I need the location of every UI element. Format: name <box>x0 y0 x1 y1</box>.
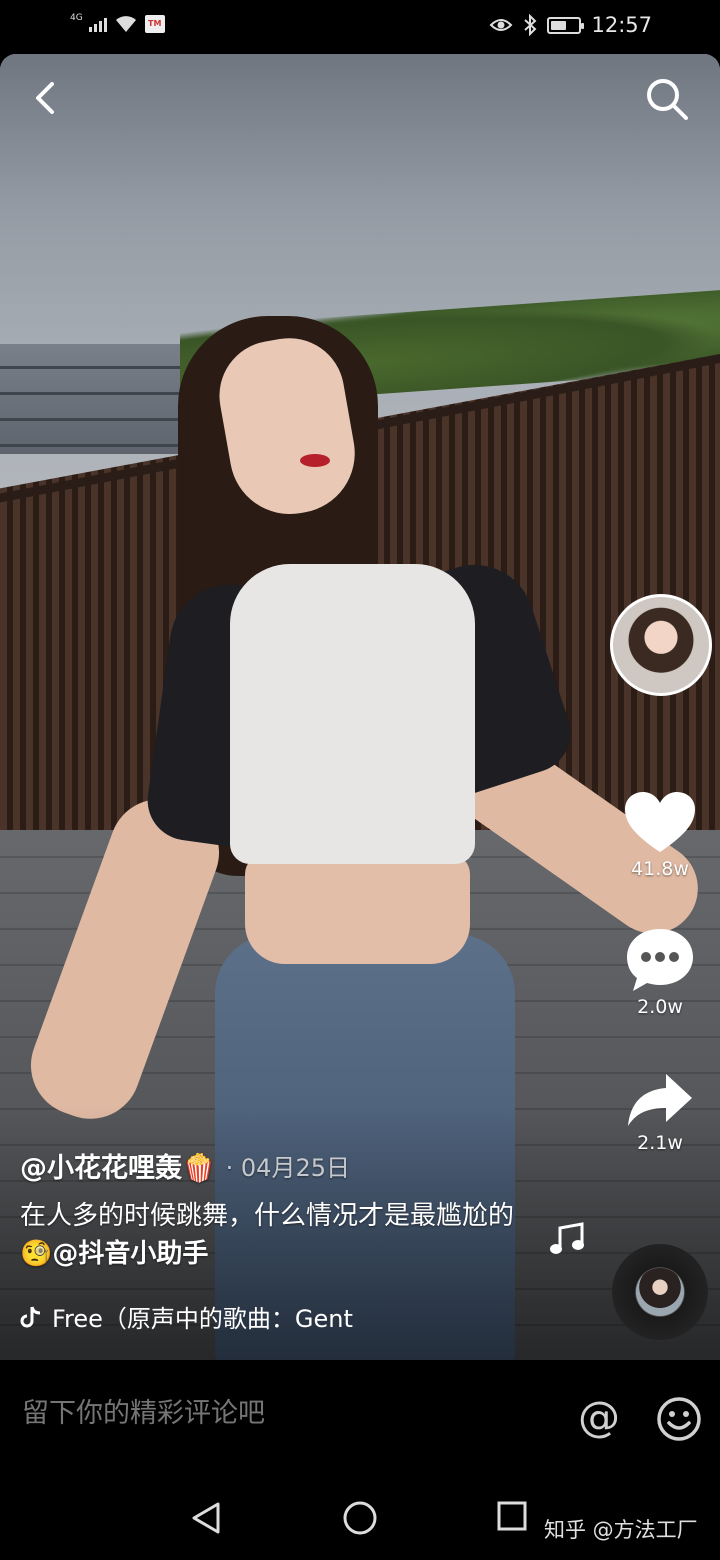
video-caption: @小花花哩轰🍿 · 04月25日 在人多的时候跳舞，什么情况才是最尴尬的🧐@抖音… <box>20 1146 540 1334</box>
status-bar: 4G TM 12:57 <box>0 0 720 54</box>
music-title: Free（原声中的歌曲：Gent <box>52 1305 353 1333</box>
emoji-icon[interactable] <box>656 1396 702 1442</box>
nav-home-icon[interactable] <box>342 1500 378 1536</box>
video-building <box>0 344 200 454</box>
share-button[interactable]: 2.1w <box>600 1070 720 1154</box>
nav-recent-icon[interactable] <box>496 1500 528 1532</box>
signal-icon <box>88 16 107 32</box>
comment-bar: @ <box>0 1360 720 1478</box>
music-marquee[interactable]: Free（原声中的歌曲：Gent <box>20 1299 390 1334</box>
status-time: 12:57 <box>591 13 652 37</box>
music-disc[interactable] <box>612 1244 708 1340</box>
system-nav-bar: 知乎 @方法工厂 <box>0 1478 720 1560</box>
heart-icon <box>625 792 695 852</box>
battery-icon <box>547 16 585 34</box>
network-type: 4G <box>70 13 83 23</box>
like-button[interactable]: 41.8w <box>600 790 720 880</box>
watermark: 知乎 @方法工厂 <box>544 1518 698 1542</box>
share-icon <box>628 1074 692 1126</box>
author-line: @小花花哩轰🍿 · 04月25日 <box>20 1146 540 1185</box>
app-notification-icon: TM <box>144 15 165 33</box>
video-player[interactable]: 41.8w 2.0w 2.1w @小花花哩轰🍿 · 04月25日 在人多的时候跳… <box>0 54 720 1360</box>
search-icon[interactable] <box>644 76 690 122</box>
music-disc-cover <box>636 1268 684 1316</box>
video-description: 在人多的时候跳舞，什么情况才是最尴尬的🧐@抖音小助手 <box>20 1201 515 1269</box>
nav-back-icon[interactable] <box>188 1500 224 1536</box>
like-count: 41.8w <box>631 858 689 880</box>
author-avatar[interactable] <box>610 594 712 696</box>
comment-icon <box>627 929 693 991</box>
eye-comfort-icon <box>490 19 513 31</box>
share-count: 2.1w <box>637 1132 683 1154</box>
comment-button[interactable]: 2.0w <box>600 926 720 1018</box>
wifi-icon <box>115 16 136 32</box>
monocle-emoji: 🧐 <box>20 1239 53 1269</box>
author-name[interactable]: @小花花哩轰🍿 <box>20 1146 216 1185</box>
status-right-icons: 12:57 <box>489 13 652 37</box>
dancer-top <box>230 564 475 864</box>
dancer-lips <box>300 454 330 467</box>
comment-input[interactable] <box>22 1398 542 1429</box>
popcorn-emoji: 🍿 <box>182 1153 216 1184</box>
back-icon[interactable] <box>24 76 68 120</box>
dancer-midriff <box>245 854 470 964</box>
mention-link[interactable]: @抖音小助手 <box>52 1239 208 1269</box>
tiktok-note-icon <box>20 1306 41 1327</box>
music-note-icon <box>550 1222 584 1254</box>
status-left-icons: 4G TM <box>70 13 165 34</box>
comment-count: 2.0w <box>637 996 683 1018</box>
bluetooth-icon <box>524 14 537 36</box>
post-date: · 04月25日 <box>225 1154 350 1182</box>
mention-button[interactable]: @ <box>578 1394 620 1440</box>
